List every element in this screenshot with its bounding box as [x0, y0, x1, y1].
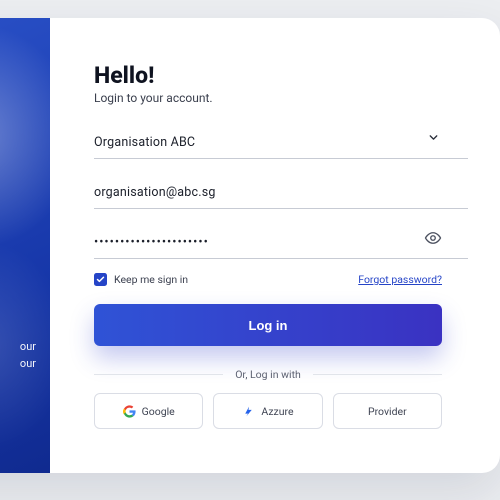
email-field-wrap	[94, 179, 442, 209]
password-field[interactable]	[94, 229, 468, 259]
provider-button[interactable]: Provider	[333, 393, 442, 429]
organisation-select[interactable]	[94, 129, 442, 159]
login-button[interactable]: Log in	[94, 304, 442, 346]
google-label: Google	[142, 405, 175, 418]
login-card: our our Hello! Login to your account.	[0, 18, 500, 473]
google-icon	[123, 405, 136, 418]
azzure-button[interactable]: Azzure	[213, 393, 322, 429]
hero-panel: our our	[0, 18, 50, 473]
chevron-down-icon	[427, 131, 440, 144]
hero-line-2: our	[0, 355, 36, 373]
keep-signed-in[interactable]: Keep me sign in	[94, 273, 188, 286]
forgot-password-link[interactable]: Forgot password?	[358, 273, 442, 286]
azzure-label: Azzure	[261, 405, 293, 418]
organisation-input[interactable]	[94, 129, 468, 159]
form-subheading: Login to your account.	[94, 91, 442, 105]
sso-providers: Google Azzure Provider	[94, 393, 442, 429]
options-row: Keep me sign in Forgot password?	[94, 273, 442, 286]
or-label: Or, Log in with	[235, 368, 301, 381]
form-heading: Hello!	[94, 62, 442, 89]
azure-icon	[242, 405, 255, 418]
google-button[interactable]: Google	[94, 393, 203, 429]
divider-right	[313, 374, 442, 375]
provider-label: Provider	[368, 405, 407, 418]
password-field-wrap	[94, 229, 442, 259]
checkbox-checked-icon[interactable]	[94, 273, 107, 286]
keep-label: Keep me sign in	[114, 273, 188, 286]
hero-line-1: our	[0, 338, 36, 356]
email-field[interactable]	[94, 179, 468, 209]
divider-row: Or, Log in with	[94, 368, 442, 381]
login-form: Hello! Login to your account.	[50, 18, 500, 473]
eye-icon[interactable]	[424, 229, 442, 251]
divider-left	[94, 374, 223, 375]
hero-tagline: our our	[0, 338, 36, 373]
